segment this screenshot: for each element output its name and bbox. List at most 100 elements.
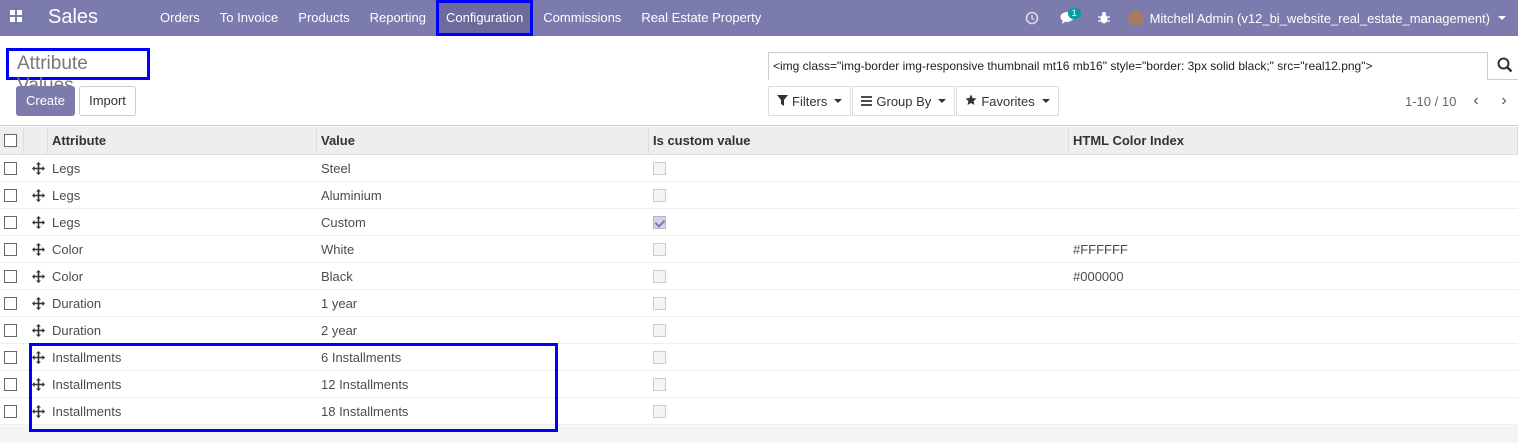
row-checkbox[interactable] bbox=[4, 269, 17, 283]
create-button[interactable]: Create bbox=[16, 86, 75, 116]
pager-value[interactable]: 1-10 / 10 bbox=[1405, 94, 1456, 109]
column-header-value[interactable]: Value bbox=[317, 127, 649, 154]
table-row[interactable]: Installments 12 Installments bbox=[0, 371, 1518, 398]
cell-is-custom bbox=[649, 155, 1069, 181]
row-checkbox[interactable] bbox=[4, 323, 17, 337]
cell-value: Black bbox=[321, 268, 353, 284]
menu-commissions[interactable]: Commissions bbox=[533, 0, 631, 36]
drag-handle-icon[interactable] bbox=[24, 290, 48, 316]
table-row[interactable]: Color Black #000000 bbox=[0, 263, 1518, 290]
table-row[interactable]: Color White #FFFFFF bbox=[0, 236, 1518, 263]
search-input[interactable]: <img class="img-border img-responsive th… bbox=[768, 52, 1488, 80]
chevron-left-icon[interactable]: ‹ bbox=[1468, 92, 1484, 110]
chevron-down-icon bbox=[834, 99, 843, 103]
is-custom-checkbox bbox=[653, 323, 666, 337]
row-checkbox-cell bbox=[0, 263, 24, 289]
is-custom-checkbox bbox=[653, 161, 666, 175]
row-checkbox-cell bbox=[0, 209, 24, 235]
table-row[interactable]: Installments 6 Installments bbox=[0, 344, 1518, 371]
handle-header bbox=[24, 127, 48, 154]
row-checkbox[interactable] bbox=[4, 161, 17, 175]
main-menu: Orders To Invoice Products Reporting Con… bbox=[150, 0, 771, 36]
drag-handle-icon[interactable] bbox=[24, 236, 48, 262]
is-custom-checkbox bbox=[653, 269, 666, 283]
column-header-html-color[interactable]: HTML Color Index bbox=[1069, 127, 1518, 154]
is-custom-checkbox bbox=[653, 242, 666, 256]
filters-label: Filters bbox=[792, 93, 828, 109]
drag-handle-icon[interactable] bbox=[24, 371, 48, 397]
search-icon[interactable] bbox=[1496, 56, 1516, 76]
drag-handle-icon[interactable] bbox=[24, 263, 48, 289]
cell-attribute: Color bbox=[52, 241, 84, 257]
user-menu[interactable]: Mitchell Admin (v12_bi_website_real_esta… bbox=[1122, 0, 1518, 36]
row-checkbox[interactable] bbox=[4, 296, 17, 310]
cell-value: Custom bbox=[321, 214, 366, 230]
row-checkbox-cell bbox=[0, 371, 24, 397]
groupby-dropdown[interactable]: Group By bbox=[852, 86, 956, 116]
table-row[interactable]: Duration 2 year bbox=[0, 317, 1518, 344]
cell-html-color: #000000 bbox=[1073, 268, 1124, 284]
menu-orders[interactable]: Orders bbox=[150, 0, 210, 36]
cell-is-custom bbox=[649, 236, 1069, 262]
drag-handle-icon[interactable] bbox=[24, 155, 48, 181]
chat-icon[interactable]: 1 bbox=[1050, 0, 1086, 36]
attribute-values-table: Attribute Value Is custom value HTML Col… bbox=[0, 127, 1518, 425]
menu-reporting[interactable]: Reporting bbox=[360, 0, 436, 36]
row-checkbox[interactable] bbox=[4, 377, 17, 391]
control-panel: Attribute Values Create Import <img clas… bbox=[0, 36, 1518, 126]
cell-is-custom bbox=[649, 182, 1069, 208]
menu-to-invoice[interactable]: To Invoice bbox=[210, 0, 289, 36]
page-title: Attribute Values bbox=[6, 48, 150, 96]
row-checkbox-cell bbox=[0, 344, 24, 370]
cell-html-color bbox=[1069, 398, 1518, 424]
menu-configuration[interactable]: Configuration bbox=[435, 0, 534, 36]
select-all-checkbox[interactable] bbox=[4, 134, 17, 147]
empty-area bbox=[0, 426, 1518, 443]
column-header-is-custom[interactable]: Is custom value bbox=[649, 127, 1069, 154]
star-icon bbox=[965, 94, 977, 109]
drag-handle-icon[interactable] bbox=[24, 209, 48, 235]
cell-value: Steel bbox=[321, 160, 351, 176]
favorites-dropdown[interactable]: Favorites bbox=[956, 86, 1059, 116]
table-row[interactable]: Legs Aluminium bbox=[0, 182, 1518, 209]
cell-html-color bbox=[1069, 317, 1518, 343]
import-button[interactable]: Import bbox=[79, 86, 136, 116]
drag-handle-icon[interactable] bbox=[24, 182, 48, 208]
row-checkbox-cell bbox=[0, 155, 24, 181]
drag-handle-icon[interactable] bbox=[24, 317, 48, 343]
drag-handle-icon[interactable] bbox=[24, 344, 48, 370]
row-checkbox[interactable] bbox=[4, 242, 17, 256]
drag-handle-icon[interactable] bbox=[24, 398, 48, 424]
is-custom-checkbox bbox=[653, 296, 666, 310]
favorites-label: Favorites bbox=[981, 93, 1035, 109]
cell-value: 2 year bbox=[321, 322, 358, 338]
chevron-right-icon[interactable]: › bbox=[1496, 92, 1512, 110]
cell-attribute: Installments bbox=[52, 376, 122, 392]
chevron-down-icon bbox=[938, 99, 947, 103]
row-checkbox[interactable] bbox=[4, 215, 17, 229]
row-checkbox[interactable] bbox=[4, 350, 17, 364]
cell-is-custom bbox=[649, 317, 1069, 343]
cell-attribute: Duration bbox=[52, 322, 102, 338]
apps-grid-icon[interactable] bbox=[10, 10, 24, 24]
table-row[interactable]: Duration 1 year bbox=[0, 290, 1518, 317]
user-name: Mitchell Admin (v12_bi_website_real_esta… bbox=[1149, 10, 1490, 26]
clock-icon[interactable] bbox=[1014, 0, 1050, 36]
is-custom-checkbox bbox=[653, 404, 666, 418]
table-row[interactable]: Legs Steel bbox=[0, 155, 1518, 182]
filters-dropdown[interactable]: Filters bbox=[768, 86, 852, 116]
app-brand[interactable]: Sales bbox=[48, 6, 98, 29]
cell-html-color: #FFFFFF bbox=[1073, 241, 1128, 257]
table-row[interactable]: Legs Custom bbox=[0, 209, 1518, 236]
row-checkbox[interactable] bbox=[4, 404, 17, 418]
cell-is-custom bbox=[649, 209, 1069, 235]
row-checkbox-cell bbox=[0, 290, 24, 316]
menu-real-estate-property[interactable]: Real Estate Property bbox=[631, 0, 771, 36]
chevron-down-icon bbox=[1041, 99, 1050, 103]
column-header-attribute[interactable]: Attribute bbox=[48, 127, 317, 154]
menu-products[interactable]: Products bbox=[288, 0, 359, 36]
table-row[interactable]: Installments 18 Installments bbox=[0, 398, 1518, 425]
row-checkbox[interactable] bbox=[4, 188, 17, 202]
avatar bbox=[1127, 10, 1144, 26]
bug-icon[interactable] bbox=[1086, 0, 1122, 36]
